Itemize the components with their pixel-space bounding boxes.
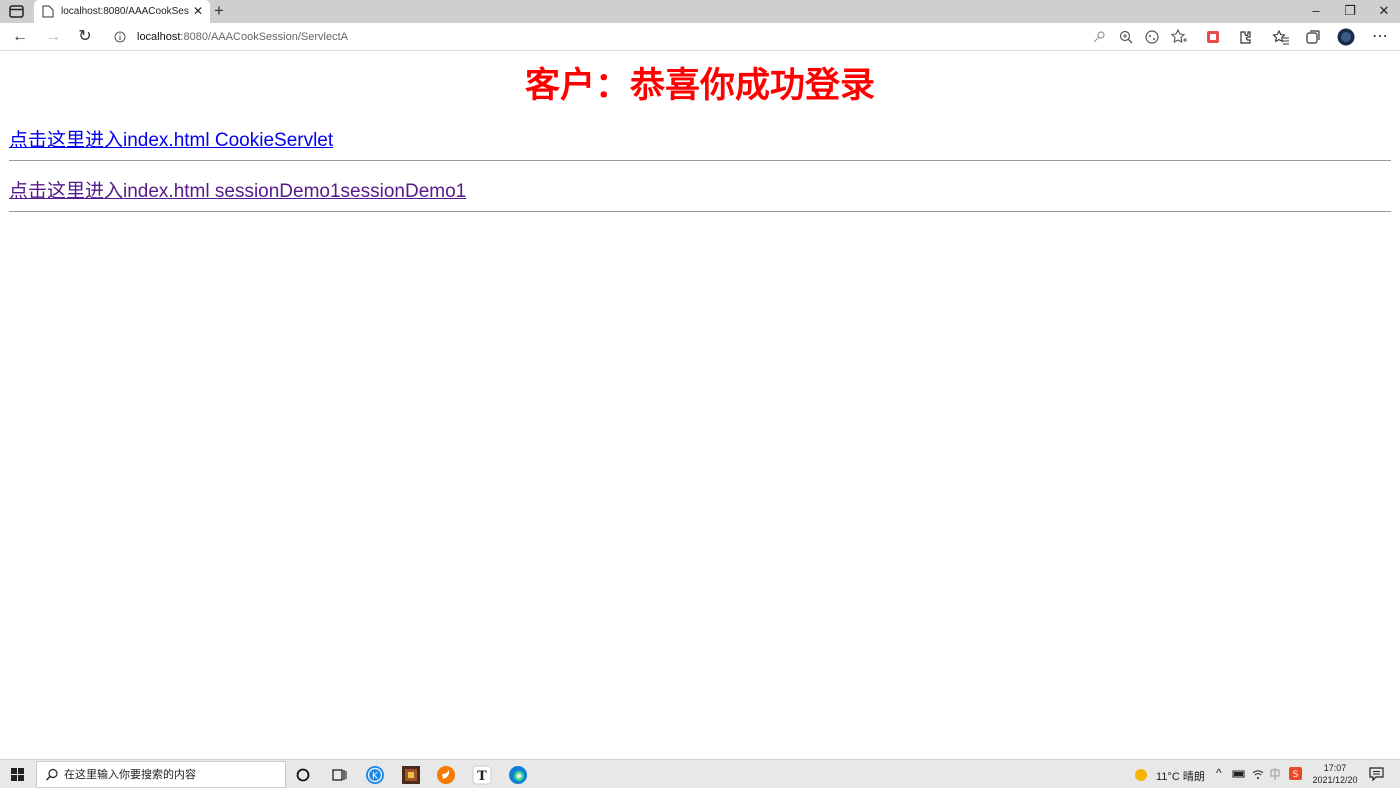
back-icon[interactable]: ← <box>9 26 31 48</box>
close-window-icon[interactable]: ✕ <box>1374 3 1394 19</box>
forward-icon[interactable]: → <box>42 26 64 48</box>
system-clock[interactable]: 17:07 2021/12/20 <box>1304 762 1366 786</box>
extensions-icon[interactable] <box>1236 28 1254 46</box>
browser-toolbar: ← → ↻ localhost:8080/AAACookSession/Serv… <box>0 23 1400 51</box>
taskbar: 在这里输入你要搜索的内容 K T 11°C 晴朗 ^ S 17:07 2021/… <box>0 759 1400 788</box>
add-favorite-icon[interactable] <box>1170 28 1188 46</box>
weather-sun-icon[interactable] <box>1132 766 1150 784</box>
tab-bar: localhost:8080/AAACookSession ✕ + – ❐ ✕ <box>0 0 1400 23</box>
search-icon <box>46 768 58 781</box>
minimize-icon[interactable]: – <box>1306 3 1326 18</box>
taskbar-search-box[interactable]: 在这里输入你要搜索的内容 <box>36 761 286 788</box>
tracking-icon[interactable] <box>1143 28 1161 46</box>
url-host: localhost <box>137 31 181 43</box>
zoom-icon[interactable] <box>1117 28 1135 46</box>
refresh-icon[interactable]: ↻ <box>74 26 96 48</box>
url-text: localhost:8080/AAACookSession/ServlectA <box>137 25 348 49</box>
input-method-icon[interactable] <box>1268 768 1282 780</box>
search-placeholder: 在这里输入你要搜索的内容 <box>64 769 196 781</box>
tab-actions-icon[interactable] <box>8 4 26 19</box>
url-path: :8080/AAACookSession/ServlectA <box>180 31 348 43</box>
notification-icon[interactable] <box>1369 767 1384 781</box>
svg-text:S: S <box>1293 770 1299 780</box>
sogou-ime-icon[interactable]: S <box>1288 766 1303 781</box>
wifi-icon[interactable] <box>1251 768 1265 780</box>
svg-text:T: T <box>477 769 487 784</box>
battery-icon[interactable] <box>1232 768 1246 780</box>
collections-icon[interactable] <box>1304 28 1322 46</box>
more-options-icon[interactable]: ⋯ <box>1369 26 1391 48</box>
app-orange-icon[interactable] <box>435 764 457 786</box>
edge-browser-icon[interactable] <box>507 764 529 786</box>
info-icon[interactable] <box>114 31 126 43</box>
cookie-servlet-link[interactable]: 点击这里进入index.html CookieServlet <box>9 130 1391 152</box>
app-typora-icon[interactable]: T <box>471 764 493 786</box>
page-content: 客户：恭喜你成功登录 点击这里进入index.html CookieServle… <box>0 52 1400 759</box>
address-bar[interactable]: localhost:8080/AAACookSession/ServlectA <box>104 25 1190 49</box>
app-k-icon[interactable]: K <box>364 764 386 786</box>
app-game-icon[interactable] <box>400 764 422 786</box>
clock-time: 17:07 <box>1323 763 1347 773</box>
divider <box>9 160 1391 161</box>
key-icon[interactable] <box>1090 28 1108 46</box>
tab-title: localhost:8080/AAACookSession <box>61 6 189 17</box>
chevron-up-icon[interactable]: ^ <box>1216 766 1222 780</box>
favorites-icon[interactable] <box>1272 28 1290 46</box>
extension-red-icon[interactable] <box>1204 28 1222 46</box>
close-tab-icon[interactable]: ✕ <box>193 4 203 18</box>
new-tab-icon[interactable]: + <box>214 1 224 21</box>
profile-avatar[interactable] <box>1337 28 1355 46</box>
task-view-icon[interactable] <box>328 764 350 786</box>
weather-text[interactable]: 11°C 晴朗 <box>1156 768 1205 784</box>
page-icon <box>42 5 54 18</box>
cortana-icon[interactable] <box>292 764 314 786</box>
clock-date: 2021/12/20 <box>1312 775 1358 785</box>
page-title: 客户：恭喜你成功登录 <box>524 66 875 106</box>
session-demo-link[interactable]: 点击这里进入index.html sessionDemo1sessionDemo… <box>9 181 1391 203</box>
restore-icon[interactable]: ❐ <box>1340 3 1360 19</box>
browser-tab[interactable]: localhost:8080/AAACookSession ✕ <box>34 0 210 23</box>
windows-start-icon[interactable] <box>11 768 24 781</box>
divider <box>9 211 1391 212</box>
